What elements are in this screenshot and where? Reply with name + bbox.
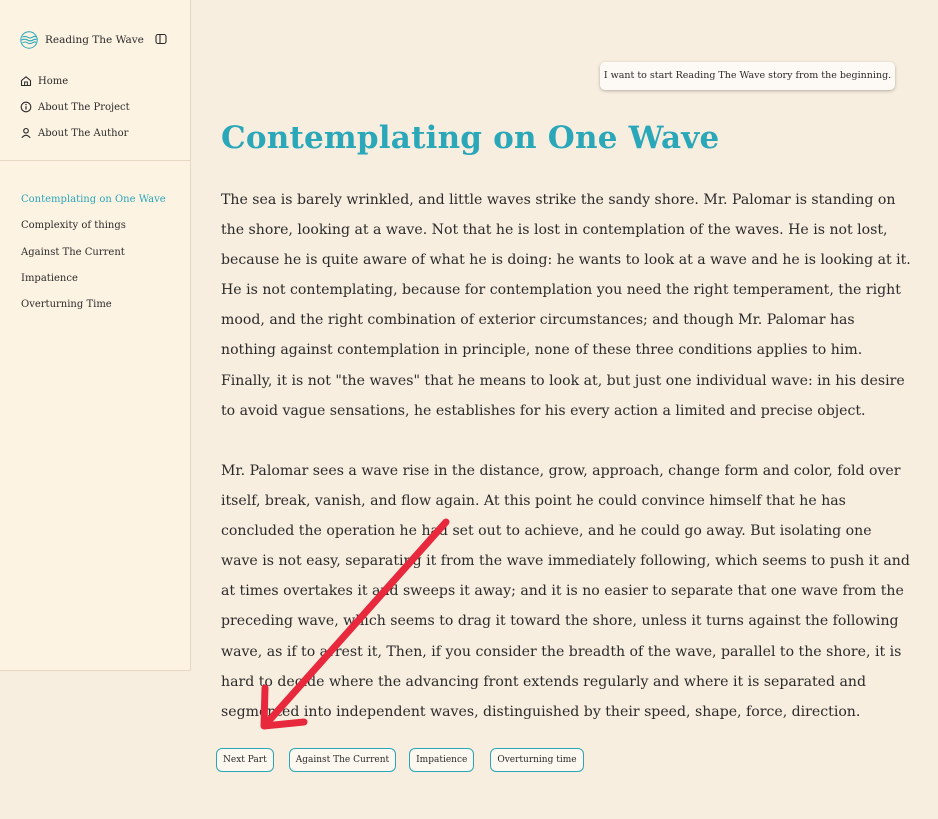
- against-current-button[interactable]: Against The Current: [288, 748, 397, 772]
- nav-item-about-author[interactable]: About The Author: [20, 120, 130, 146]
- home-icon: [20, 76, 32, 87]
- user-icon: [21, 127, 31, 139]
- wave-logo-icon: [20, 31, 38, 49]
- page-title: Contemplating on One Wave: [221, 120, 720, 156]
- story-paragraph: The sea is barely wrinkled, and little w…: [221, 192, 911, 419]
- brand-name: Reading The Wave: [45, 34, 144, 46]
- navigation-buttons: Next Part Against The Current Impatience…: [216, 748, 584, 772]
- overturning-time-button[interactable]: Overturning time: [490, 748, 584, 772]
- table-of-contents: Contemplating on One Wave Complexity of …: [21, 193, 166, 324]
- sidebar-divider: [0, 160, 191, 161]
- nav-item-label: Home: [38, 75, 69, 87]
- toc-item-overturning-time[interactable]: Overturning Time: [21, 298, 166, 324]
- main-nav: Home About The Project About The Author: [20, 68, 130, 146]
- nav-item-home[interactable]: Home: [20, 68, 130, 94]
- toc-item-complexity[interactable]: Complexity of things: [21, 219, 166, 245]
- info-icon: [20, 101, 32, 113]
- next-part-button[interactable]: Next Part: [216, 748, 274, 772]
- story-paragraph: Mr. Palomar sees a wave rise in the dist…: [221, 463, 910, 720]
- impatience-button[interactable]: Impatience: [409, 748, 475, 772]
- brand[interactable]: Reading The Wave: [20, 30, 170, 50]
- nav-item-about-project[interactable]: About The Project: [20, 94, 130, 120]
- nav-item-label: About The Project: [38, 101, 130, 113]
- toc-item-against-current[interactable]: Against The Current: [21, 246, 166, 272]
- prompt-message[interactable]: I want to start Reading The Wave story f…: [600, 62, 895, 90]
- sidebar: Reading The Wave Home About The Project: [0, 0, 191, 671]
- toc-item-impatience[interactable]: Impatience: [21, 272, 166, 298]
- sidebar-toggle-icon[interactable]: [155, 33, 167, 45]
- toc-item-contemplating[interactable]: Contemplating on One Wave: [21, 193, 166, 219]
- nav-item-label: About The Author: [38, 127, 129, 139]
